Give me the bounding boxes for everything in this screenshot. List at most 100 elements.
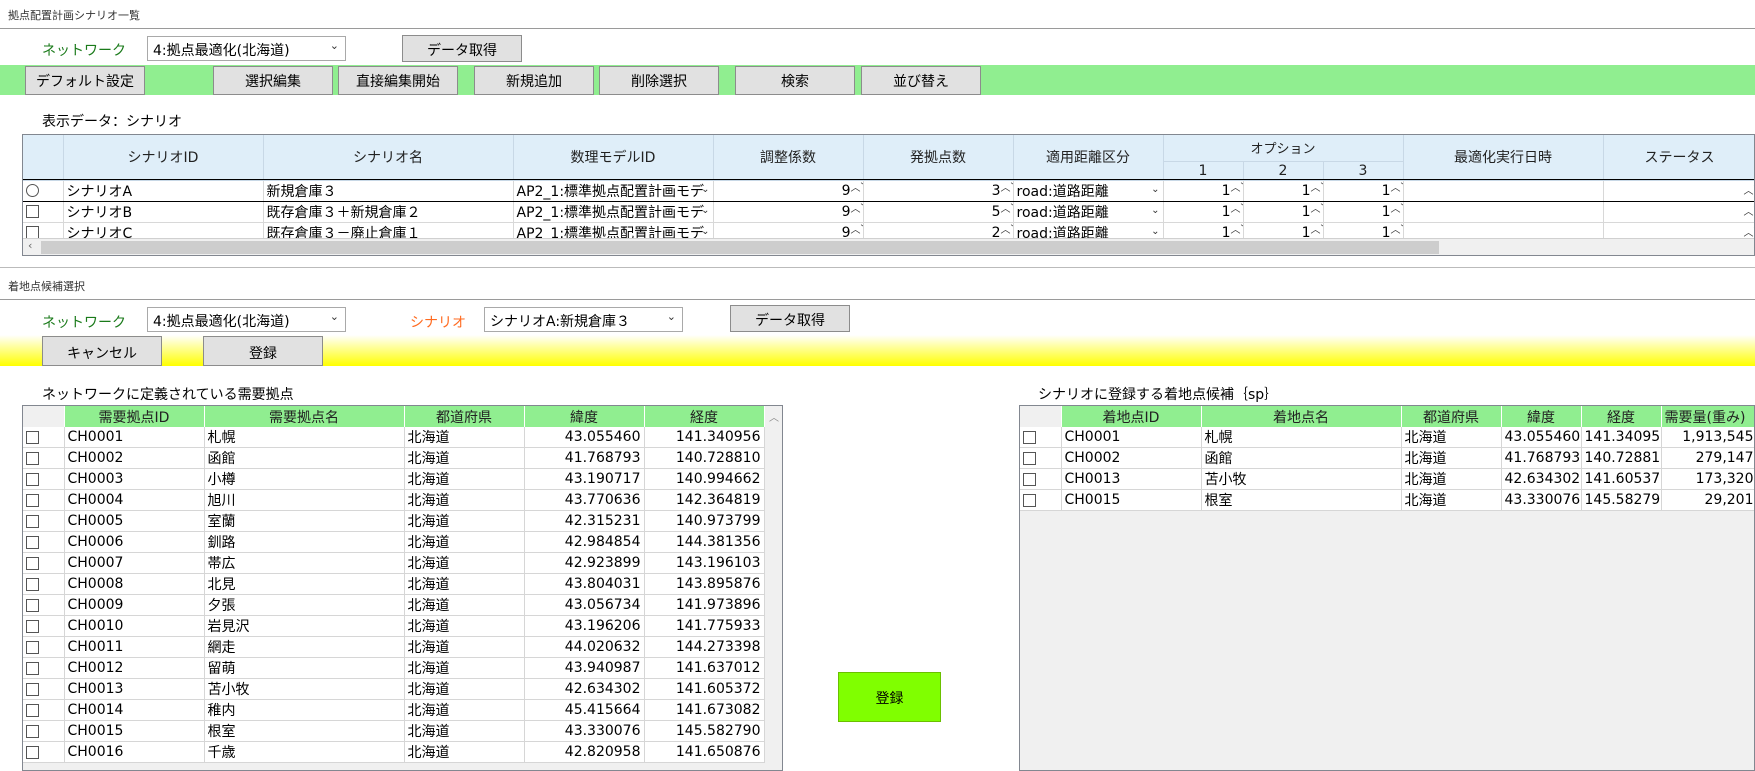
scrollbar-track[interactable] <box>764 573 782 595</box>
spinner-icon[interactable]: ︿﹀ <box>1391 225 1402 235</box>
row-select-cell[interactable] <box>23 657 65 679</box>
row-checkbox[interactable] <box>26 556 39 570</box>
spinner-icon[interactable]: ︿﹀ <box>1744 207 1754 217</box>
table-row[interactable]: CH0012 留萌 北海道 43.940987 141.637012 <box>23 657 782 679</box>
col-header-longitude[interactable]: 経度 <box>644 406 765 427</box>
row-select-cell[interactable] <box>23 720 65 742</box>
scrollbar-track[interactable] <box>764 552 782 574</box>
row-checkbox[interactable] <box>26 661 39 675</box>
optimized-at-cell[interactable] <box>1403 201 1604 223</box>
col-header-demand[interactable]: 需要量(重み) <box>1661 406 1754 427</box>
model-id-cell[interactable]: ⌄ AP2_1:標準拠点配置計画モデ <box>513 180 714 202</box>
row-checkbox[interactable] <box>26 682 39 696</box>
row-checkbox[interactable] <box>26 493 39 507</box>
row-checkbox[interactable] <box>1023 472 1036 486</box>
row-checkbox[interactable] <box>26 745 39 759</box>
col-header-model-id[interactable]: 数理モデルID <box>513 135 714 181</box>
distance-type-cell[interactable]: ⌄ road:道路距離 <box>1013 201 1164 223</box>
col-header-option-3[interactable]: 3 <box>1323 161 1404 181</box>
scenario-name-cell[interactable]: 既存倉庫３＋新規倉庫２ <box>263 201 514 223</box>
fetch-data-button[interactable]: データ取得 <box>402 35 522 62</box>
delete-selected-button[interactable]: 削除選択 <box>599 66 719 95</box>
row-checkbox[interactable] <box>26 577 39 591</box>
sort-button[interactable]: 並び替え <box>861 66 981 95</box>
row-select-cell[interactable] <box>23 180 64 202</box>
status-cell[interactable]: ︿﹀ <box>1603 180 1754 202</box>
model-id-cell[interactable]: ⌄ AP2_1:標準拠点配置計画モデ <box>513 201 714 223</box>
col-header-demand-id[interactable]: 需要拠点ID <box>64 406 205 427</box>
row-select-cell[interactable] <box>23 678 65 700</box>
table-row[interactable]: CH0007 帯広 北海道 42.923899 143.196103 <box>23 552 782 574</box>
row-checkbox[interactable] <box>26 703 39 717</box>
scrollbar-track[interactable] <box>764 468 782 490</box>
scroll-thumb[interactable] <box>41 241 1439 254</box>
table-row[interactable]: CH0006 釧路 北海道 42.984854 144.381356 <box>23 531 782 553</box>
spinner-icon[interactable]: ︿﹀ <box>1391 183 1402 193</box>
table-row[interactable]: CH0016 千歳 北海道 42.820958 141.650876 <box>23 741 782 763</box>
spinner-icon[interactable]: ︿﹀ <box>1001 183 1013 193</box>
scrollbar-track[interactable] <box>764 678 782 700</box>
row-checkbox[interactable] <box>26 598 39 612</box>
scenario-id-cell[interactable]: シナリオA <box>63 180 264 202</box>
row-checkbox[interactable] <box>26 535 39 549</box>
table-row[interactable]: CH0008 北見 北海道 43.804031 143.895876 <box>23 573 782 595</box>
col-header-prefecture[interactable]: 都道府県 <box>404 406 525 427</box>
demand-cell[interactable]: 173,320 <box>1661 468 1754 490</box>
row-checkbox[interactable] <box>26 205 39 218</box>
row-select-cell[interactable] <box>23 636 65 658</box>
col-header-option-2[interactable]: 2 <box>1243 161 1324 181</box>
origin-count-cell[interactable]: ︿﹀3 <box>863 180 1014 202</box>
table-row[interactable]: シナリオB既存倉庫３＋新規倉庫２⌄AP2_1:標準拠点配置計画モデ︿﹀9︿﹀5⌄… <box>23 201 1754 223</box>
row-select-cell[interactable] <box>23 699 65 721</box>
row-select-cell[interactable] <box>23 510 65 532</box>
row-checkbox[interactable] <box>1023 430 1036 444</box>
col-header-landing-name[interactable]: 着地点名 <box>1201 406 1402 427</box>
row-select-cell[interactable] <box>23 573 65 595</box>
col-header-prefecture[interactable]: 都道府県 <box>1401 406 1502 427</box>
scenario-id-cell[interactable]: シナリオB <box>63 201 264 223</box>
table-row[interactable]: CH0013 苫小牧 北海道 42.634302 141.605372 173,320 <box>1020 468 1754 490</box>
demand-cell[interactable]: 1,913,545 <box>1661 427 1754 448</box>
spinner-icon[interactable]: ︿﹀ <box>1001 225 1013 235</box>
scroll-left-icon[interactable]: ‹ <box>28 239 32 252</box>
table-row[interactable]: CH0015 根室 北海道 43.330076 145.582790 <box>23 720 782 742</box>
scenario-select[interactable]: シナリオA:新規倉庫３ ⌄ <box>484 307 683 332</box>
row-select-cell[interactable] <box>23 427 65 448</box>
row-checkbox[interactable] <box>1023 451 1036 465</box>
row-select-cell[interactable] <box>23 741 65 763</box>
row-select-cell[interactable] <box>23 552 65 574</box>
col-header-longitude[interactable]: 経度 <box>1581 406 1662 427</box>
col-header-scenario-id[interactable]: シナリオID <box>63 135 264 181</box>
col-header-latitude[interactable]: 緯度 <box>1501 406 1582 427</box>
option-2-cell[interactable]: ︿﹀1 <box>1243 201 1324 223</box>
scrollbar-track[interactable] <box>764 489 782 511</box>
table-row[interactable]: CH0004 旭川 北海道 43.770636 142.364819 <box>23 489 782 511</box>
scrollbar-track[interactable] <box>764 636 782 658</box>
option-3-cell[interactable]: ︿﹀1 <box>1323 180 1404 202</box>
table-row[interactable]: CH0011 網走 北海道 44.020632 144.273398 <box>23 636 782 658</box>
col-header-landing-id[interactable]: 着地点ID <box>1061 406 1202 427</box>
option-1-cell[interactable]: ︿﹀1 <box>1163 201 1244 223</box>
chevron-down-icon[interactable]: ⌄ <box>1151 226 1159 237</box>
scrollbar-track[interactable] <box>764 427 782 448</box>
spinner-icon[interactable]: ︿﹀ <box>1231 204 1243 214</box>
register-button[interactable]: 登録 <box>203 336 323 366</box>
row-radio[interactable] <box>26 184 39 197</box>
spinner-icon[interactable]: ︿﹀ <box>1311 204 1323 214</box>
spinner-icon[interactable]: ︿﹀ <box>1744 228 1754 238</box>
option-3-cell[interactable]: ︿﹀1 <box>1323 201 1404 223</box>
row-select-cell[interactable] <box>23 594 65 616</box>
table-row[interactable]: CH0003 小樽 北海道 43.190717 140.994662 <box>23 468 782 490</box>
col-header-demand-name[interactable]: 需要拠点名 <box>204 406 405 427</box>
spinner-icon[interactable]: ︿﹀ <box>1311 225 1323 235</box>
chevron-down-icon[interactable]: ⌄ <box>1151 184 1159 195</box>
row-checkbox[interactable] <box>26 472 39 486</box>
scrollbar-track[interactable] <box>764 594 782 616</box>
adjust-coef-cell[interactable]: ︿﹀9 <box>713 180 864 202</box>
network-select[interactable]: 4:拠点最適化(北海道) ⌄ <box>147 36 346 61</box>
spinner-icon[interactable]: ︿﹀ <box>1744 186 1754 196</box>
scenario-name-cell[interactable]: 新規倉庫３ <box>263 180 514 202</box>
row-checkbox[interactable] <box>26 430 39 444</box>
scroll-up-icon[interactable]: ︿ <box>764 406 782 427</box>
table-row[interactable]: CH0014 稚内 北海道 45.415664 141.673082 <box>23 699 782 721</box>
